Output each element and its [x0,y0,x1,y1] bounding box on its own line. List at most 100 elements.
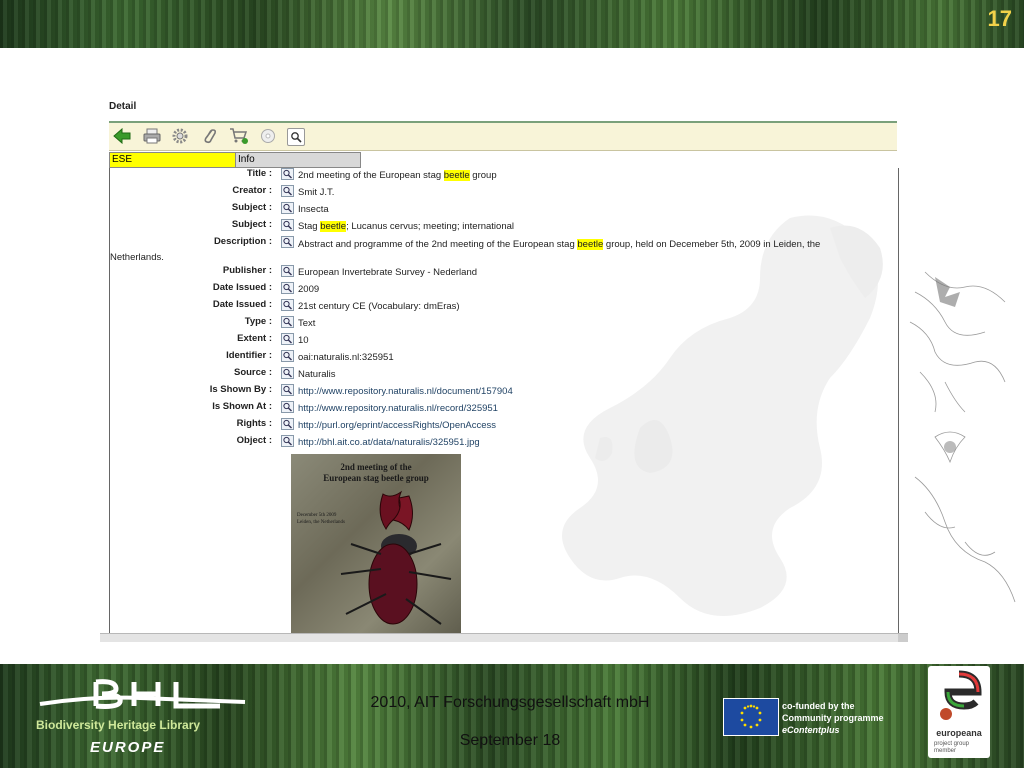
magnifier-icon[interactable] [281,333,294,345]
field-label: Rights : [236,418,272,429]
record-cover-image[interactable]: 2nd meeting of the European stag beetle … [291,454,461,634]
magnifier-icon[interactable] [281,299,294,311]
beetle-sketch-illustration [909,271,1016,603]
magnifier-icon[interactable] [281,367,294,379]
field-value: 2nd meeting of the European stag beetle … [298,170,497,181]
field-link[interactable]: http://bhl.ait.co.at/data/naturalis/3259… [298,437,480,448]
magnifier-icon[interactable] [281,282,294,294]
field-value: Abstract and programme of the 2nd meetin… [110,238,860,264]
magnifier-icon[interactable] [281,384,294,396]
panel-title: Detail [109,101,137,112]
scroll-right-arrow-icon[interactable] [898,634,908,642]
tab-ese[interactable]: ESE [109,152,237,168]
bhl-europe-logo: Biodiversity Heritage Library EUROPE [36,679,246,756]
field-label: Source : [233,367,272,378]
eu-line2: Community programme [782,713,884,723]
toolbar [109,121,897,151]
field-label: Title : [246,168,272,179]
field-value: Text [298,318,315,329]
field-value: Naturalis [298,369,336,380]
field-label: Date Issued : [212,282,272,293]
print-icon[interactable] [142,126,162,146]
value-text: 21st century CE (Vocabulary: dmEras) [298,301,460,312]
field-value: 10 [298,335,309,346]
bhl-line2: EUROPE [90,739,165,756]
search-highlight: beetle [443,170,470,181]
europeana-sub2: member [934,748,957,754]
field-value: European Invertebrate Survey - Nederland [298,267,477,278]
field-value: 2009 [298,284,319,295]
europe-map-watermark [562,215,883,616]
field-value: Insecta [298,204,329,215]
horizontal-scrollbar[interactable] [100,633,908,642]
magnifier-icon[interactable] [281,202,294,214]
value-text: http://bhl.ait.co.at/data/naturalis/3259… [298,437,480,448]
eu-line1: co-funded by the [782,701,855,711]
field-label: Identifier : [226,350,272,361]
field-label: Type : [244,316,272,327]
field-value: oai:naturalis.nl:325951 [298,352,394,363]
detail-panel: Detail ESE Info Title: 2nd meeting of t… [100,96,908,642]
paperclip-icon[interactable] [200,126,220,146]
value-text: 2nd meeting of the European stag [298,170,444,181]
europeana-label: europeana [936,728,982,738]
cover-title-line1: 2nd meeting of the [340,462,412,472]
value-text: ; Lucanus cervus; meeting; international [346,221,515,232]
footer-organization: 2010, AIT Forschungsgesellschaft mbH [370,694,650,711]
value-text: European Invertebrate Survey - Nederland [298,267,478,278]
settings-gear-icon[interactable] [170,126,190,146]
tab-info[interactable]: Info [235,152,361,168]
magnifier-icon[interactable] [281,219,294,231]
record-content: Title : 2nd meeting of the European stag … [109,168,899,634]
field-label: Date Issued : [212,299,272,310]
eu-flag-icon [723,698,779,736]
magnifier-icon[interactable] [281,350,294,362]
value-text: http://www.repository.naturalis.nl/recor… [298,403,498,414]
cart-add-icon[interactable] [229,126,249,146]
search-highlight: beetle [577,239,604,250]
field-link[interactable]: http://www.repository.naturalis.nl/docum… [298,386,513,397]
value-text: http://www.repository.naturalis.nl/docum… [298,386,513,397]
field-value: 21st century CE (Vocabulary: dmEras) [298,301,460,312]
field-link[interactable]: http://purl.org/eprint/accessRights/Open… [298,420,496,431]
eu-funding-text: co-funded by the Community programme eCo… [782,700,884,736]
field-label: Subject : [231,219,272,230]
value-text: 10 [298,335,309,346]
magnifier-icon[interactable] [281,316,294,328]
slide-number: 17 [987,6,1012,31]
field-link[interactable]: http://www.repository.naturalis.nl/recor… [298,403,498,414]
magnifier-icon[interactable] [281,401,294,413]
cover-title-line2: European stag beetle group [323,473,429,483]
europeana-logo: europeana project group member [928,666,990,758]
field-label: Object : [236,435,272,446]
value-text: Text [298,318,316,329]
disc-icon[interactable] [258,126,278,146]
magnifier-icon[interactable] [281,265,294,277]
search-icon[interactable] [287,128,305,146]
value-text: Smit J.T. [298,187,335,198]
tab-bar: ESE Info [109,152,361,168]
field-value: Smit J.T. [298,187,334,198]
magnifier-icon[interactable] [281,418,294,430]
value-text: Insecta [298,204,329,215]
magnifier-icon[interactable] [281,185,294,197]
bottom-banner: Biodiversity Heritage Library EUROPE 201… [0,664,1024,768]
field-value: Stag beetle; Lucanus cervus; meeting; in… [298,221,514,232]
value-text: http://purl.org/eprint/accessRights/Open… [298,420,497,431]
magnifier-icon[interactable] [281,168,294,180]
back-arrow-icon[interactable] [112,126,132,146]
field-label: Is Shown At : [212,401,272,412]
field-label: Extent : [237,333,272,344]
stag-beetle-icon [340,490,452,625]
value-text: Stag [298,221,321,232]
value-text: 2009 [298,284,320,295]
value-text: Naturalis [298,369,336,380]
field-label: Publisher : [222,265,272,276]
field-label: Subject : [231,202,272,213]
value-text: oai:naturalis.nl:325951 [298,352,394,363]
magnifier-icon[interactable] [281,435,294,447]
bhl-line1: Biodiversity Heritage Library [36,718,200,732]
field-label: Creator : [232,185,272,196]
europeana-sub1: project group [934,741,970,747]
field-label: Is Shown By : [209,384,272,395]
